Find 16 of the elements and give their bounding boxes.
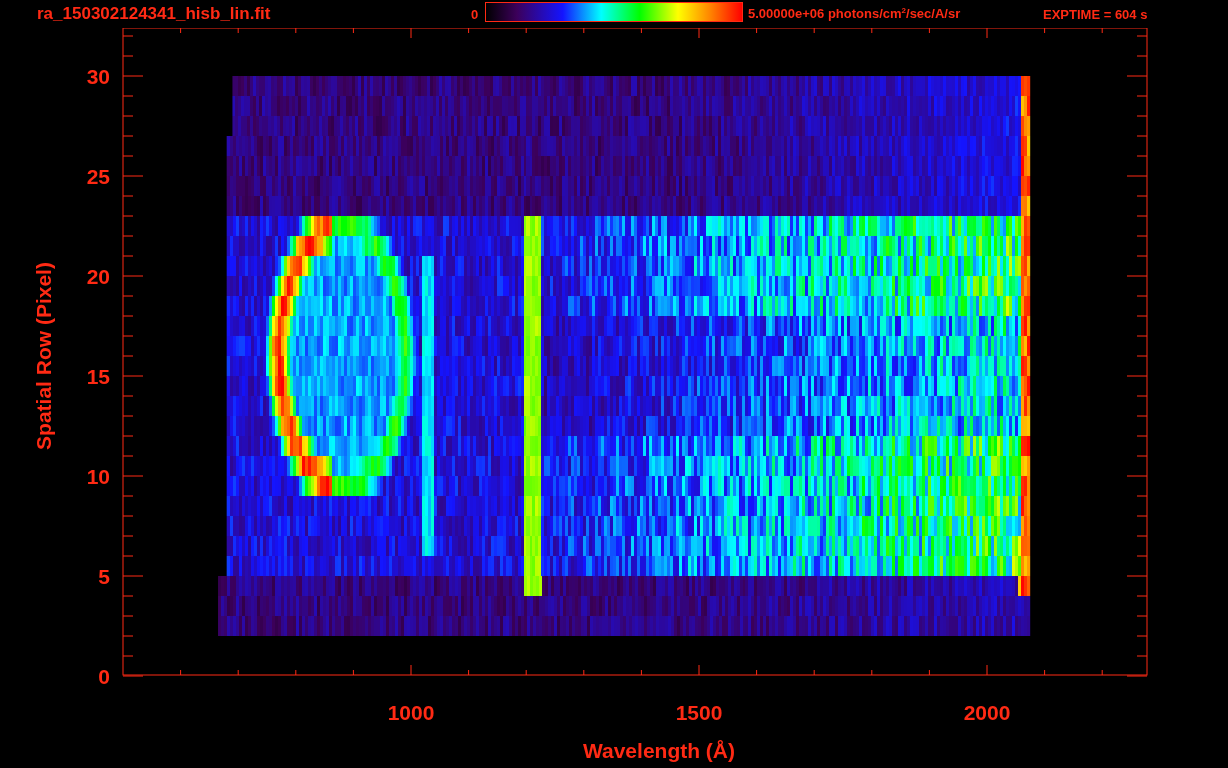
y-tick-label: 30 [86,65,110,88]
exposure-time: EXPTIME = 604 s [1043,6,1148,22]
y-tick-label: 5 [98,565,110,588]
x-axis-label: Wavelength (Å) [582,739,736,762]
y-tick-label: 0 [98,665,110,688]
colorbar-min-label: 0 [471,6,480,22]
y-tick-label: 25 [86,165,110,188]
y-tick-label: 10 [86,465,110,488]
y-axis-label: Spatial Row (Pixel) [32,262,55,450]
y-tick-label: 15 [86,365,110,388]
x-tick-label: 1000 [387,701,435,724]
x-tick-label: 1500 [675,701,723,724]
file-title: ra_150302124341_hisb_lin.fit [37,4,272,24]
colorbar-max-label: 5.00000e+06 photons/cm$^{2}$/sec/A/sr [748,6,962,22]
y-tick-label: 20 [86,265,110,288]
x-tick-label: 2000 [963,701,1011,724]
